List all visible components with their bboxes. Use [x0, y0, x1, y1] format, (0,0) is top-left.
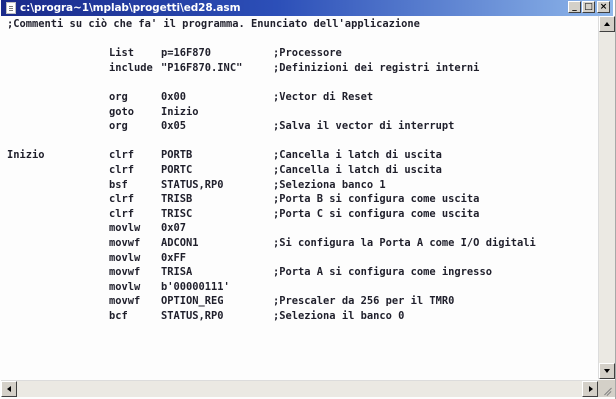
code-line[interactable]: clrf TRISB ;Porta B si configura come usci…: [1, 192, 597, 206]
code-arg: PORTC: [161, 164, 193, 176]
code-op: clrf: [109, 193, 135, 206]
code-arg: "P16F870.INC": [161, 61, 243, 74]
code-op: movlw: [109, 280, 141, 293]
code-arg: p=16F870: [161, 47, 212, 60]
code-op: bsf: [109, 178, 128, 191]
code-op: org: [109, 91, 128, 103]
code-line[interactable]: movlw 0xFF: [1, 251, 597, 265]
code-arg: ADCON1: [161, 237, 199, 249]
size-grip[interactable]: [598, 380, 615, 397]
code-comment: ;Salva il vector di interrupt: [273, 120, 455, 133]
window-title: c:\progra~1\mplab\progetti\ed28.asm: [20, 2, 241, 14]
code-op: org: [109, 120, 128, 133]
code-op: movwf: [109, 237, 141, 249]
editor-window: c:\progra~1\mplab\progetti\ed28.asm _ □ …: [0, 0, 616, 399]
code-comment: ;Cancella i latch di uscita: [273, 149, 442, 162]
code-arg: 0x00: [161, 91, 187, 103]
code-op: movwf: [109, 295, 141, 308]
code-op: movlw: [109, 222, 141, 235]
code-line[interactable]: goto Inizio: [1, 105, 597, 119]
code-op: bcf: [109, 310, 128, 322]
code-op: clrf: [109, 149, 135, 162]
code-comment: ;Porta C si configura come uscita: [273, 207, 480, 220]
code-op: goto: [109, 105, 135, 118]
maximize-button[interactable]: □: [582, 1, 595, 13]
code-comment: ;Vector di Reset: [273, 91, 374, 103]
code-arg: TRISB: [161, 193, 193, 206]
code-line[interactable]: clrf PORTC ;Cancella i latch di uscita: [1, 163, 597, 177]
code-comment: ;Commenti su ciò che fa' il programma. E…: [7, 18, 420, 30]
code-comment: ;Porta B si configura come uscita: [273, 193, 480, 206]
code-line[interactable]: bsf STATUS,RP0 ;Seleziona banco 1: [1, 178, 597, 192]
document-icon: [6, 2, 16, 14]
code-arg: b'00000111': [161, 280, 230, 293]
code-line[interactable]: [1, 75, 597, 89]
code-arg: 0x05: [161, 120, 187, 133]
horizontal-scrollbar[interactable]: [1, 380, 598, 397]
code-editor[interactable]: ;Commenti su ciò che fa' il programma. E…: [1, 16, 597, 379]
code-arg: TRISA: [161, 266, 193, 279]
code-op: clrf: [109, 164, 135, 176]
code-arg: OPTION_REG: [161, 295, 224, 308]
code-comment: ;Prescaler da 256 per il TMR0: [273, 295, 455, 308]
code-line[interactable]: movwf OPTION_REG ;Prescaler da 256 per il …: [1, 294, 597, 308]
code-comment: ;Porta A si configura come ingresso: [273, 266, 492, 279]
code-line[interactable]: movlw 0x07: [1, 221, 597, 235]
code-op: movwf: [109, 266, 141, 279]
code-comment: ;Si configura la Porta A come I/O digita…: [273, 237, 536, 249]
close-button[interactable]: ×: [597, 1, 610, 13]
scroll-down-button[interactable]: [599, 363, 615, 379]
scroll-left-button[interactable]: [1, 381, 17, 397]
code-line[interactable]: ;Commenti su ciò che fa' il programma. E…: [1, 17, 597, 31]
code-op: movlw: [109, 251, 141, 264]
code-line[interactable]: List p=16F870 ;Processore: [1, 46, 597, 60]
code-line[interactable]: clrf TRISC ;Porta C si configura come usci…: [1, 207, 597, 221]
code-line[interactable]: [1, 32, 597, 46]
vertical-scrollbar[interactable]: [598, 16, 615, 379]
code-arg: 0xFF: [161, 251, 187, 264]
arrow-left-icon: [7, 386, 11, 392]
code-line[interactable]: movlw b'00000111': [1, 280, 597, 294]
scroll-up-button[interactable]: [599, 16, 615, 32]
code-line[interactable]: bcf STATUS,RP0 ;Seleziona il banco 0: [1, 309, 597, 323]
arrow-down-icon: [604, 369, 610, 373]
code-line[interactable]: Inizio clrf PORTB ;Cancella i latch di usci…: [1, 148, 597, 162]
code-line[interactable]: include "P16F870.INC" ;Definizioni dei reg…: [1, 61, 597, 75]
code-comment: ;Cancella i latch di uscita: [273, 164, 442, 176]
code-arg: 0x07: [161, 222, 187, 235]
scroll-right-button[interactable]: [582, 381, 598, 397]
code-line[interactable]: movwf ADCON1 ;Si configura la Porta A come…: [1, 236, 597, 250]
code-arg: TRISC: [161, 207, 193, 220]
code-label: Inizio: [7, 149, 45, 162]
code-line[interactable]: movwf TRISA ;Porta A si configura come ing…: [1, 265, 597, 279]
code-arg: STATUS,RP0: [161, 310, 224, 322]
code-comment: ;Processore: [273, 47, 342, 60]
window-controls: _ □ ×: [568, 1, 610, 13]
arrow-up-icon: [604, 22, 610, 26]
code-op: include: [109, 61, 153, 74]
code-line[interactable]: org 0x05 ;Salva il vector di interrupt: [1, 119, 597, 133]
code-arg: Inizio: [161, 105, 199, 118]
minimize-button[interactable]: _: [568, 1, 581, 13]
arrow-right-icon: [589, 386, 593, 392]
code-line[interactable]: org 0x00 ;Vector di Reset: [1, 90, 597, 104]
code-comment: ;Seleziona il banco 0: [273, 310, 405, 322]
code-line[interactable]: [1, 134, 597, 148]
code-comment: ;Definizioni dei registri interni: [273, 61, 480, 74]
code-op: List: [109, 47, 135, 60]
code-arg: STATUS,RP0: [161, 178, 224, 191]
code-arg: PORTB: [161, 149, 193, 162]
code-comment: ;Seleziona banco 1: [273, 178, 386, 191]
code-op: clrf: [109, 207, 135, 220]
title-bar[interactable]: c:\progra~1\mplab\progetti\ed28.asm _ □ …: [1, 0, 613, 16]
